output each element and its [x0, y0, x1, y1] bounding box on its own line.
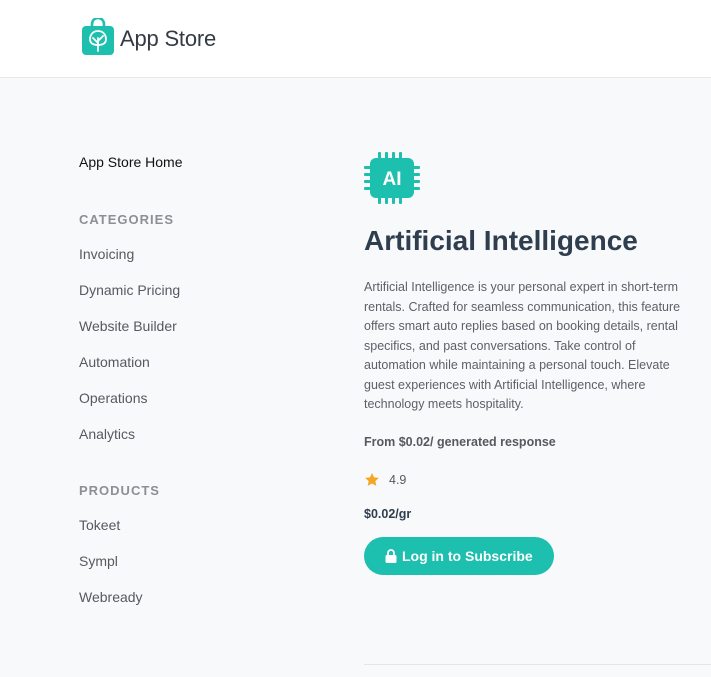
subscribe-label: Log in to Subscribe	[402, 547, 533, 564]
categories-heading: CATEGORIES	[79, 212, 174, 227]
sidebar: App Store Home CATEGORIES Invoicing Dyna…	[79, 154, 309, 606]
log-in-to-subscribe-button[interactable]: Log in to Subscribe	[364, 536, 554, 575]
app-title: Artificial Intelligence	[364, 225, 638, 256]
category-item-website-builder[interactable]: Website Builder	[79, 317, 309, 353]
divider	[364, 664, 711, 665]
products-heading: PRODUCTS	[79, 483, 160, 498]
price-from: From $0.02/ generated response	[364, 434, 556, 449]
ai-chip-text: AI	[383, 169, 402, 190]
category-item-analytics[interactable]: Analytics	[79, 425, 309, 443]
categories-list: Invoicing Dynamic Pricing Website Builde…	[79, 245, 309, 443]
product-item-tokeet[interactable]: Tokeet	[79, 516, 309, 552]
app-store-home-link[interactable]: App Store Home	[79, 154, 309, 172]
product-item-sympl[interactable]: Sympl	[79, 552, 309, 588]
rating-value: 4.9	[389, 472, 407, 487]
product-item-webready[interactable]: Webready	[79, 588, 309, 606]
products-list: Tokeet Sympl Webready	[79, 516, 309, 606]
shopping-bag-tree-icon	[82, 18, 114, 55]
price: $0.02/gr	[364, 506, 412, 521]
app-detail: AI Artificial Intelligence Artificial In…	[364, 152, 694, 575]
ai-chip-icon: AI	[364, 152, 420, 204]
category-item-invoicing[interactable]: Invoicing	[79, 245, 309, 281]
brand-link[interactable]: App Store	[82, 18, 216, 55]
rating: 4.9	[364, 471, 694, 489]
category-item-operations[interactable]: Operations	[79, 389, 309, 425]
category-item-automation[interactable]: Automation	[79, 353, 309, 389]
category-item-dynamic-pricing[interactable]: Dynamic Pricing	[79, 281, 309, 317]
star-icon	[365, 472, 379, 486]
lock-icon	[385, 548, 397, 563]
brand-name: App Store	[120, 25, 217, 51]
top-header: App Store	[0, 0, 711, 78]
app-description: Artificial Intelligence is your personal…	[364, 280, 681, 411]
